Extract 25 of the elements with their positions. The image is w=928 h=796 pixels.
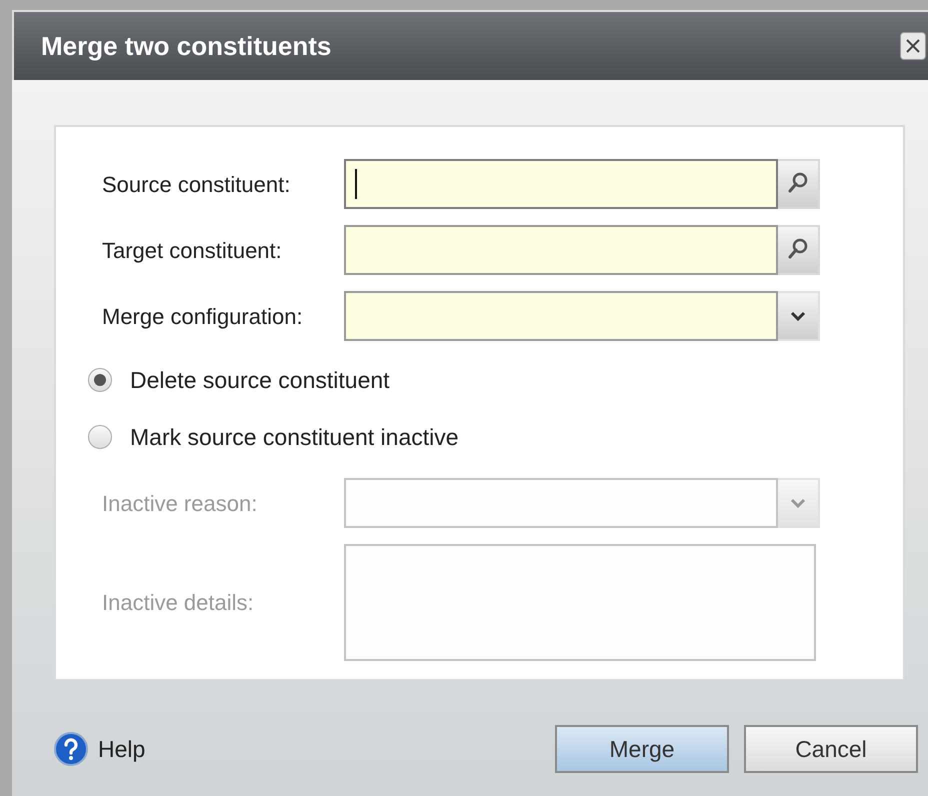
close-button[interactable] [900,32,926,60]
radio-option[interactable]: Mark source constituent inactive [88,420,459,454]
radio-button[interactable] [88,424,112,449]
lookup-field[interactable] [344,159,778,209]
field-label: Target constituent: [101,236,283,265]
radio-button[interactable] [88,368,112,392]
chevron-down-icon [789,310,807,322]
dropdown-button[interactable] [778,291,820,341]
merge-button[interactable]: Merge [555,725,729,773]
help-link[interactable]: Help [98,732,146,766]
lookup-field[interactable] [344,225,778,275]
window-title: Merge two constituents [41,30,332,62]
cancel-button[interactable]: Cancel [744,725,918,773]
field-label: Inactive reason: [101,490,258,518]
chevron-down-icon [789,497,807,509]
close-icon [905,38,921,54]
dropdown-field[interactable] [344,291,778,341]
search-button[interactable] [778,159,820,209]
field-label: Source constituent: [101,170,292,198]
radio-option[interactable]: Delete source constituent [88,363,390,398]
help-icon[interactable] [54,732,88,766]
search-button[interactable] [778,225,820,275]
field-label: Inactive details: [101,589,255,617]
field-label: Merge configuration: [101,302,304,331]
text-cursor [355,169,357,199]
